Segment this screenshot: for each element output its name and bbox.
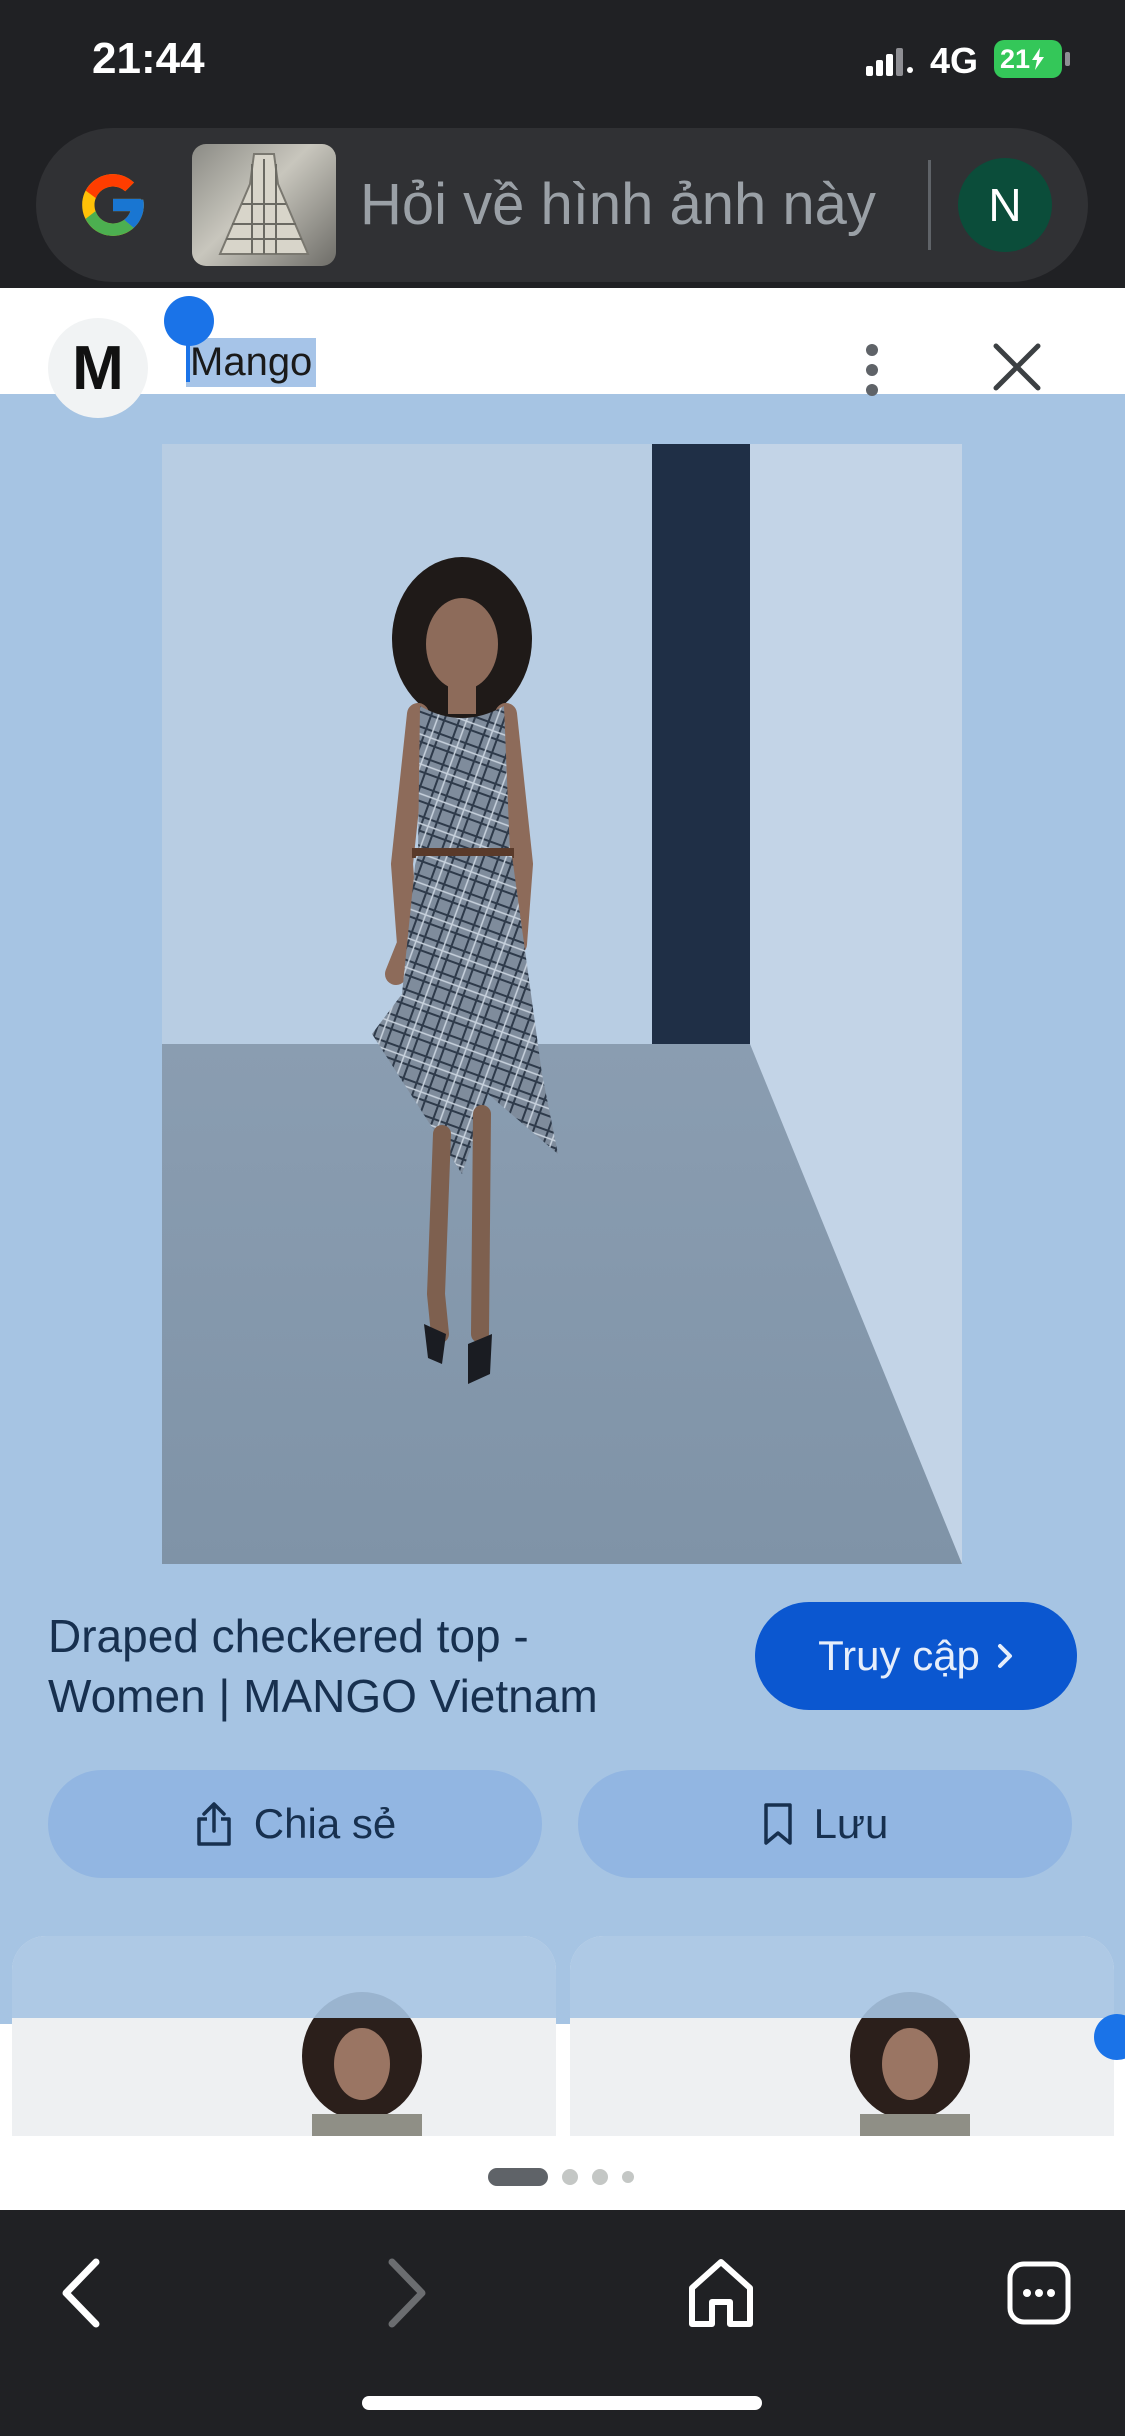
search-input[interactable]: Hỏi về hình ảnh này (360, 171, 876, 238)
model-figure (372, 557, 558, 1384)
status-time: 21:44 (92, 34, 205, 83)
chevron-right-icon (997, 1644, 1012, 1668)
back-arrow-icon[interactable] (40, 2248, 130, 2338)
network-type: 4G (930, 40, 979, 81)
selection-overlay (12, 1936, 556, 2018)
product-image[interactable] (162, 444, 962, 1564)
result-panel: M Mango Draped checkered top - Women | M… (0, 288, 1125, 2210)
status-bar: 21:44 4G 21 (0, 0, 1125, 120)
pagination-dots (488, 2168, 634, 2186)
dress-thumbnail-icon (218, 153, 310, 255)
lens-search-bar[interactable]: Hỏi về hình ảnh này N (36, 128, 1088, 282)
close-icon[interactable] (990, 340, 1044, 394)
selection-overlay (570, 1936, 1114, 2018)
visit-button[interactable]: Truy cập (755, 1602, 1077, 1710)
query-image-thumbnail[interactable] (192, 144, 336, 266)
home-indicator[interactable] (362, 2396, 762, 2410)
forward-arrow-icon[interactable] (358, 2248, 448, 2338)
visit-button-label: Truy cập (818, 1632, 980, 1679)
share-icon (197, 1802, 231, 1846)
related-result-card[interactable] (570, 1936, 1114, 2136)
home-icon[interactable] (676, 2248, 766, 2338)
more-vert-icon[interactable] (860, 340, 884, 400)
share-button-label: Chia sẻ (253, 1800, 397, 1847)
search-divider (928, 160, 931, 250)
battery-tip (1065, 52, 1070, 66)
menu-dots-icon[interactable] (994, 2248, 1084, 2338)
save-button-label: Lưu (813, 1800, 889, 1847)
bookmark-icon (763, 1803, 792, 1845)
share-button[interactable]: Chia sẻ (48, 1770, 542, 1878)
save-button[interactable]: Lưu (578, 1770, 1072, 1878)
battery-level: 21 (1000, 43, 1031, 74)
page-dot-active[interactable] (488, 2168, 548, 2186)
brand-name[interactable]: Mango (186, 338, 317, 387)
battery-icon: 21 (994, 40, 1062, 78)
account-avatar[interactable]: N (958, 158, 1052, 252)
cellular-signal-icon (866, 48, 913, 76)
page-dot[interactable] (562, 2169, 578, 2185)
page-dot[interactable] (592, 2169, 608, 2185)
selection-handle-stem (186, 334, 190, 382)
browser-toolbar (0, 2210, 1125, 2436)
image-doorway (652, 444, 750, 1044)
google-g-logo-icon[interactable] (76, 168, 150, 242)
related-result-card[interactable] (12, 1936, 556, 2136)
result-header (0, 288, 1125, 394)
brand-logo[interactable]: M (48, 318, 148, 418)
result-title[interactable]: Draped checkered top - Women | MANGO Vie… (48, 1606, 688, 1726)
charging-bolt-icon (1032, 48, 1045, 70)
page-dot[interactable] (622, 2171, 634, 2183)
